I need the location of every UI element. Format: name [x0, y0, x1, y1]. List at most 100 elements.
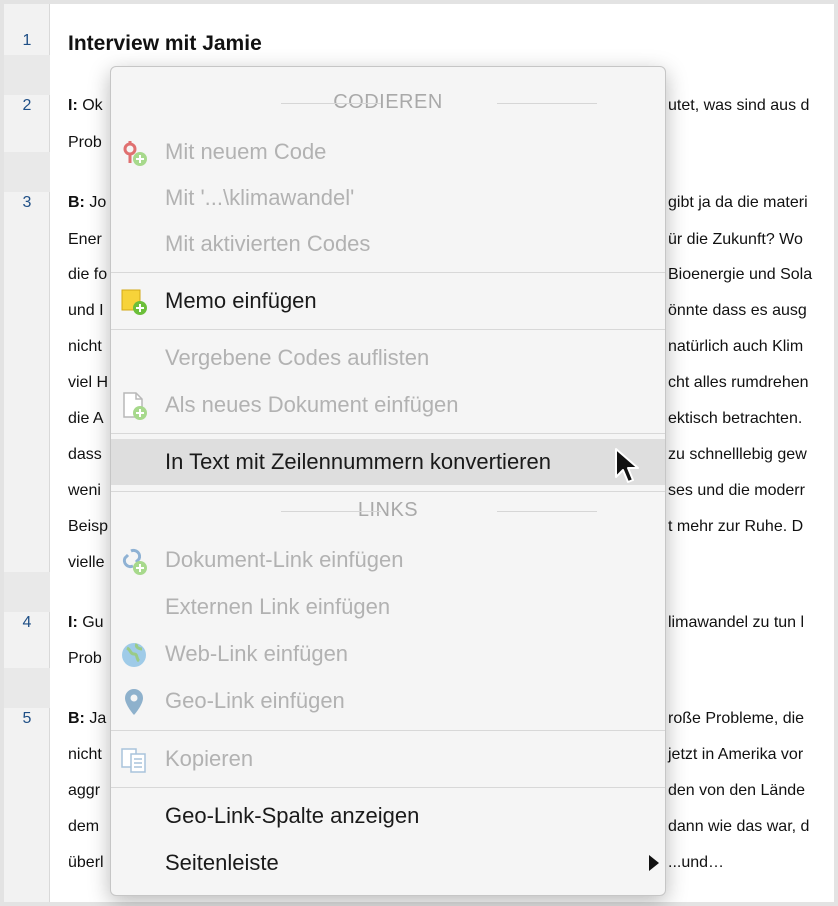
submenu-arrow-icon: [649, 855, 659, 871]
line-number[interactable]: 5: [4, 710, 50, 728]
line-text: dass: [68, 446, 102, 463]
menu-item-external-link[interactable]: Externen Link einfügen: [111, 584, 665, 630]
line-number[interactable]: 1: [4, 32, 50, 50]
text-line: t mehr zur Ruhe. D: [668, 518, 804, 535]
line-text: dem: [68, 818, 100, 835]
text-line: ür die Zukunft? Wo: [668, 231, 803, 248]
menu-item-convert-to-line-numbered-text[interactable]: In Text mit Zeilennummern konvertieren: [111, 439, 665, 485]
text-line: ektisch betrachten.: [668, 410, 803, 427]
section-header-codieren: CODIEREN: [111, 91, 665, 114]
line-number[interactable]: 3: [4, 194, 50, 212]
menu-item-web-link[interactable]: Web-Link einfügen: [111, 631, 665, 677]
text-line: zu schnelllebig gew: [668, 446, 807, 463]
text-line: roße Probleme, die: [668, 710, 805, 727]
document-title: Interview mit Jamie: [68, 32, 262, 55]
text-line: Bioenergie und Sola: [668, 266, 813, 283]
text-line: aggr: [68, 782, 100, 800]
menu-separator: [111, 730, 665, 731]
text-line: dass: [68, 446, 102, 464]
line-text: weni: [68, 482, 101, 499]
text-line: jetzt in Amerika vor: [668, 746, 804, 763]
menu-separator: [111, 272, 665, 273]
document-link-icon: [122, 548, 147, 575]
text-line: B: Ja: [68, 710, 106, 728]
text-line: limawandel zu tun l: [668, 614, 805, 631]
menu-item-insert-memo[interactable]: Memo einfügen: [111, 278, 665, 324]
gutter-band: [4, 152, 50, 192]
line-text: aggr: [68, 782, 101, 799]
menu-item-document-link[interactable]: Dokument-Link einfügen: [111, 537, 665, 583]
speaker-label: I:: [68, 614, 78, 631]
menu-separator: [111, 329, 665, 330]
text-line: Ener: [68, 231, 102, 249]
text-line: önnte dass es ausg: [668, 302, 807, 319]
menu-item-klimawandel-code[interactable]: Mit '...\klimawandel': [111, 175, 665, 221]
section-header-links: LINKS: [111, 499, 665, 522]
menu-item-list-codes[interactable]: Vergebene Codes auflisten: [111, 335, 665, 381]
text-line: Prob: [68, 134, 102, 152]
line-text: überl: [68, 854, 104, 871]
text-line: ses und die moderr: [668, 482, 805, 499]
line-text: nicht: [68, 338, 102, 355]
speaker-label: B:: [68, 194, 85, 211]
text-line: die A: [68, 410, 104, 428]
line-text: die fo: [68, 266, 108, 283]
line-text: Ener: [68, 231, 102, 248]
text-line: viel H: [68, 374, 108, 392]
speaker-label: B:: [68, 710, 85, 727]
text-line: vielle: [68, 554, 104, 572]
globe-icon: [122, 643, 146, 667]
text-line: ...und…: [668, 854, 725, 871]
menu-item-sidebar[interactable]: Seitenleiste: [111, 840, 665, 886]
line-number[interactable]: 4: [4, 614, 50, 632]
line-number-gutter: [4, 4, 50, 902]
menu-separator: [111, 787, 665, 788]
text-line: Prob: [68, 650, 102, 668]
menu-item-activated-codes[interactable]: Mit aktivierten Codes: [111, 221, 665, 267]
text-line: Beisp: [68, 518, 108, 536]
menu-item-geo-link[interactable]: Geo-Link einfügen: [111, 678, 665, 724]
line-text: Jo: [84, 194, 107, 211]
gutter-band: [4, 668, 50, 708]
text-line: den von den Lände: [668, 782, 806, 799]
text-line: I: Gu: [68, 614, 104, 632]
text-line: utet, was sind aus d: [668, 97, 810, 114]
copy-icon: [121, 748, 146, 773]
mouse-pointer-icon: [615, 448, 639, 483]
line-text: und I: [68, 302, 104, 319]
gutter-band: [4, 572, 50, 612]
context-menu: CODIEREN Mit neuem Code Mit '...\klimawa…: [110, 66, 666, 896]
text-line: nicht: [68, 746, 102, 764]
menu-item-insert-new-document[interactable]: Als neues Dokument einfügen: [111, 382, 665, 428]
menu-item-show-geo-link-column[interactable]: Geo-Link-Spalte anzeigen: [111, 793, 665, 839]
line-text: die A: [68, 410, 104, 427]
line-text: Beisp: [68, 518, 109, 535]
line-text: viel H: [68, 374, 109, 391]
menu-separator: [111, 491, 665, 492]
location-pin-icon: [125, 689, 143, 715]
line-text: Ok: [77, 97, 103, 114]
memo-add-icon: [121, 289, 147, 315]
menu-separator: [111, 433, 665, 434]
gutter-band: [4, 55, 50, 95]
document-add-icon: [123, 392, 147, 420]
text-line: weni: [68, 482, 101, 500]
text-line: I: Ok: [68, 97, 103, 115]
menu-item-copy[interactable]: Kopieren: [111, 736, 665, 782]
line-text: vielle: [68, 554, 105, 571]
line-text: Ja: [84, 710, 107, 727]
text-line: gibt ja da die materi: [668, 194, 808, 211]
code-add-icon: [123, 141, 147, 166]
line-text: nicht: [68, 746, 102, 763]
text-line: natürlich auch Klim: [668, 338, 804, 355]
text-line: nicht: [68, 338, 102, 356]
text-line: die fo: [68, 266, 107, 284]
line-text: Prob: [68, 134, 102, 151]
line-text: Prob: [68, 650, 102, 667]
speaker-label: I:: [68, 97, 78, 114]
line-text: Gu: [77, 614, 104, 631]
line-number[interactable]: 2: [4, 97, 50, 115]
text-line: und I: [68, 302, 104, 320]
text-line: überl: [68, 854, 104, 872]
menu-item-new-code[interactable]: Mit neuem Code: [111, 129, 665, 175]
